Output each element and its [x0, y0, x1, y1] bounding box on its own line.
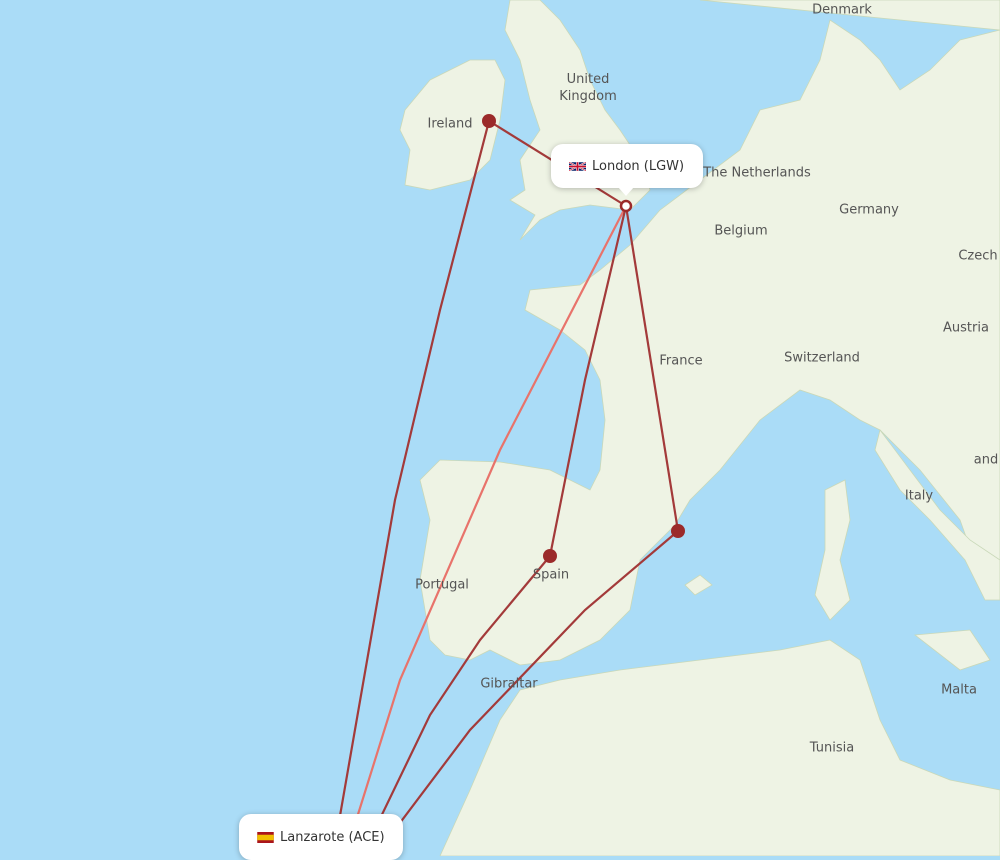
land-corsica-sardinia — [814, 479, 851, 621]
land-continent — [419, 0, 1000, 666]
uk-flag-icon — [569, 160, 586, 172]
label-gibraltar: Gibraltar — [480, 676, 538, 692]
land-sicily — [913, 629, 991, 671]
airport-dublin-marker[interactable] — [482, 114, 496, 128]
label-austria: Austria — [943, 320, 989, 336]
label-switzerland: Switzerland — [784, 350, 860, 366]
origin-callout[interactable]: London (LGW) — [551, 144, 703, 188]
airport-london-marker[interactable] — [619, 199, 633, 213]
destination-label: Lanzarote (ACE) — [280, 829, 385, 845]
label-ireland: Ireland — [427, 116, 473, 132]
label-germany: Germany — [839, 202, 899, 218]
label-malta: Malta — [941, 682, 977, 698]
map-canvas[interactable] — [0, 0, 1000, 856]
label-tunisia: Tunisia — [809, 740, 855, 756]
label-denmark: Denmark — [812, 2, 872, 18]
origin-label: London (LGW) — [592, 158, 685, 174]
label-united-kingdom: United Kingdom — [559, 72, 617, 104]
origin-callout-pointer — [618, 187, 634, 196]
destination-callout[interactable]: Lanzarote (ACE) — [239, 814, 403, 860]
label-netherlands: The Netherlands — [703, 165, 811, 181]
spain-flag-icon — [257, 831, 274, 843]
label-czech: Czech — [958, 248, 998, 264]
label-portugal: Portugal — [415, 577, 469, 593]
label-france: France — [659, 353, 703, 369]
label-italy: Italy — [904, 488, 934, 504]
label-belgium: Belgium — [714, 223, 768, 239]
label-spain: Spain — [532, 567, 570, 583]
land-balearics — [684, 574, 713, 596]
airport-madrid-marker[interactable] — [543, 549, 557, 563]
label-and: and — [973, 452, 999, 468]
airport-barcelona-marker[interactable] — [671, 524, 685, 538]
